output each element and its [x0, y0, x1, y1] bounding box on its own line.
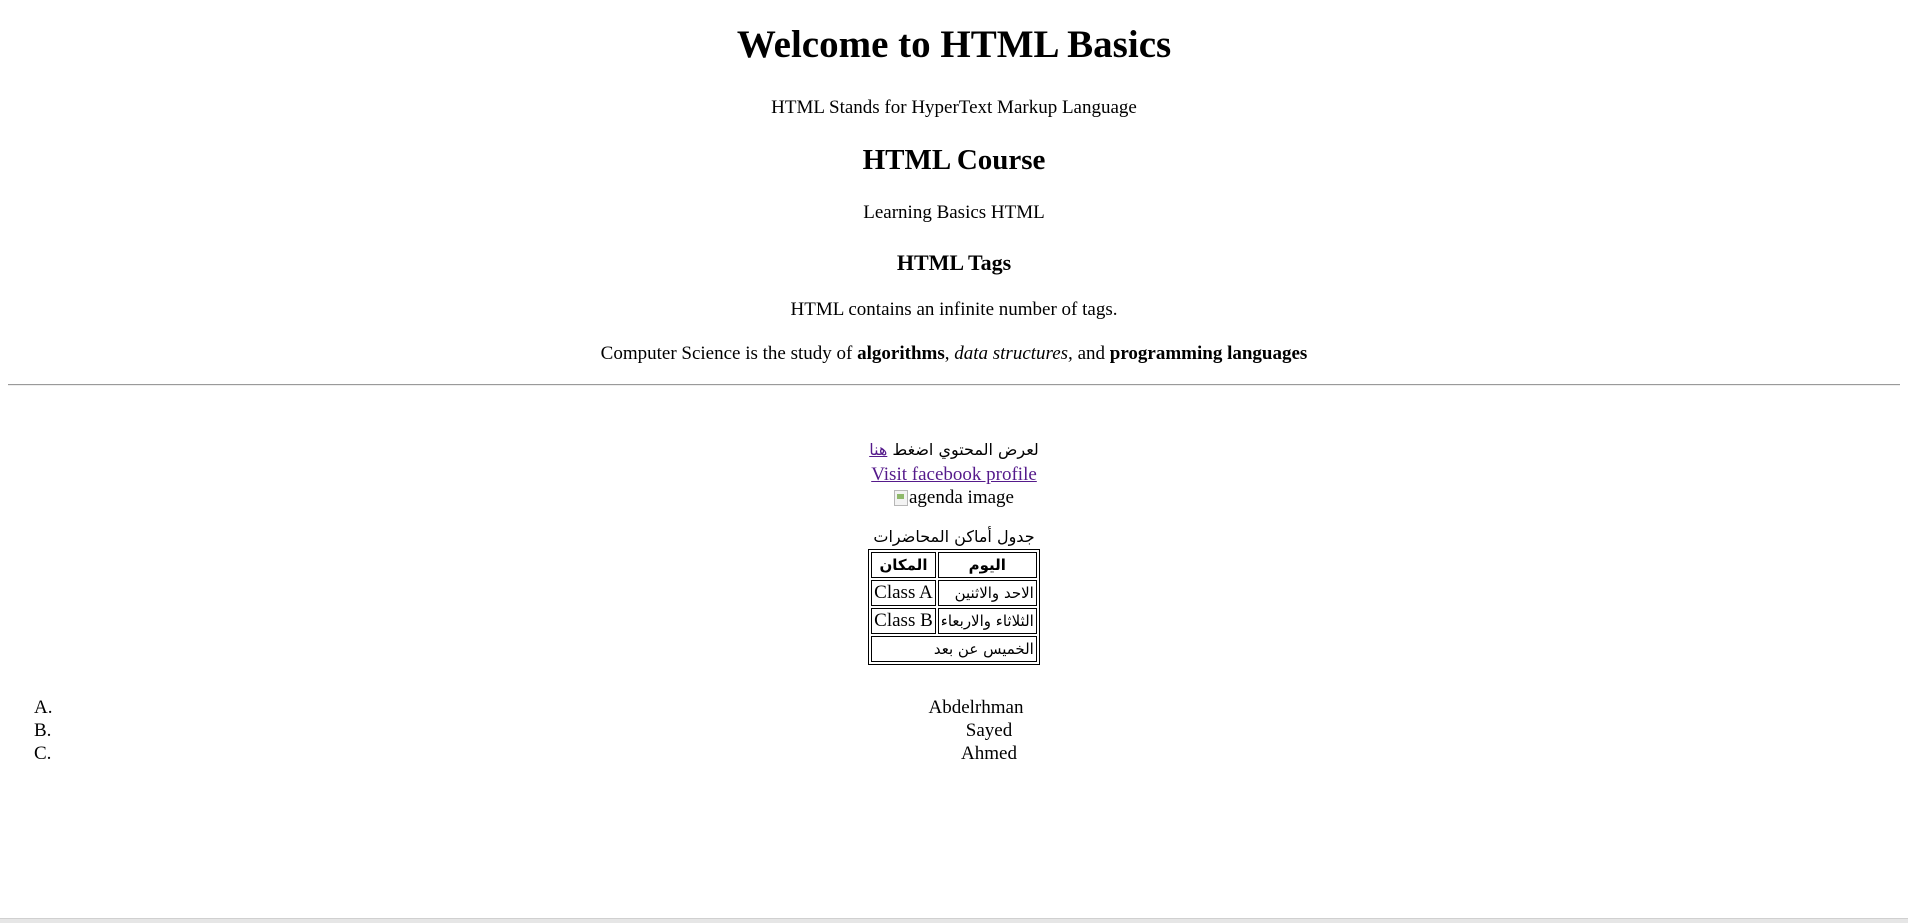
- cs-prefix: Computer Science is the study of: [600, 343, 858, 364]
- header-day: اليوم: [937, 552, 1037, 578]
- table-caption: جدول أماكن المحاضرات: [873, 527, 1035, 546]
- list-item-text: Abdelrhman: [928, 697, 1024, 718]
- cell-day: الثلاثاء والاربعاء: [937, 608, 1037, 634]
- arabic-link-line-content: لعرض المحتوي اضغط هنا: [869, 439, 1039, 460]
- list-item-text: Sayed: [965, 720, 1013, 741]
- cs-and: and: [1072, 343, 1110, 364]
- cs-data-structures: data structures,: [954, 343, 1073, 364]
- html-definition-paragraph: HTML Stands for HyperText Markup Languag…: [771, 97, 1137, 118]
- horizontal-divider: [8, 384, 1900, 386]
- cell-day: الاحد والاثنين: [937, 580, 1037, 606]
- arabic-link-prefix: لعرض المحتوي اضغط: [887, 440, 1039, 459]
- lecture-table-wrapper: جدول أماكن المحاضرات اليوم المكان الاحد …: [8, 525, 1900, 665]
- cs-comma: ,: [944, 343, 955, 364]
- lecture-locations-table: جدول أماكن المحاضرات اليوم المكان الاحد …: [868, 525, 1040, 665]
- learning-paragraph: Learning Basics HTML: [863, 202, 1045, 223]
- agenda-image-line: agenda image: [8, 486, 1900, 513]
- agenda-image: agenda image: [894, 486, 1014, 510]
- window-bottom-edge: [0, 918, 1908, 923]
- table-row: الاحد والاثنين Class A: [871, 580, 1037, 606]
- list-item: B. Sayed: [8, 719, 1900, 742]
- list-item-text: Ahmed: [961, 743, 1017, 764]
- arabic-link-line: لعرض المحتوي اضغط هنا: [8, 438, 1900, 462]
- cell-remote-day: الخميس عن بعد: [871, 636, 1037, 662]
- cell-place: Class B: [871, 608, 936, 634]
- broken-image-icon: [894, 490, 908, 506]
- cell-place: Class A: [871, 580, 936, 606]
- computer-science-paragraph: Computer Science is the study of algorit…: [8, 342, 1900, 366]
- list-item: C. Ahmed: [8, 742, 1900, 765]
- facebook-profile-link[interactable]: Visit facebook profile: [871, 464, 1037, 485]
- cs-programming-languages: programming languages: [1109, 343, 1308, 364]
- facebook-link-line: Visit facebook profile: [8, 463, 1900, 487]
- page-content: Welcome to HTML Basics HTML Stands for H…: [8, 0, 1900, 918]
- header-place: المكان: [871, 552, 936, 578]
- list-item: A. Abdelrhman: [8, 696, 1900, 719]
- tags-heading: HTML Tags: [896, 250, 1012, 275]
- agenda-image-alt: agenda image: [909, 487, 1014, 508]
- cs-algorithms: algorithms: [857, 343, 945, 364]
- table-header-row: اليوم المكان: [871, 552, 1037, 578]
- course-heading: HTML Course: [862, 144, 1046, 176]
- tags-paragraph: HTML contains an infinite number of tags…: [790, 299, 1118, 320]
- table-row: الخميس عن بعد: [871, 636, 1037, 662]
- table-row: الثلاثاء والاربعاء Class B: [871, 608, 1037, 634]
- arabic-here-link[interactable]: هنا: [869, 440, 887, 459]
- page-title: Welcome to HTML Basics: [736, 23, 1172, 66]
- names-ordered-list: A. Abdelrhman B. Sayed C. Ahmed: [8, 696, 1900, 765]
